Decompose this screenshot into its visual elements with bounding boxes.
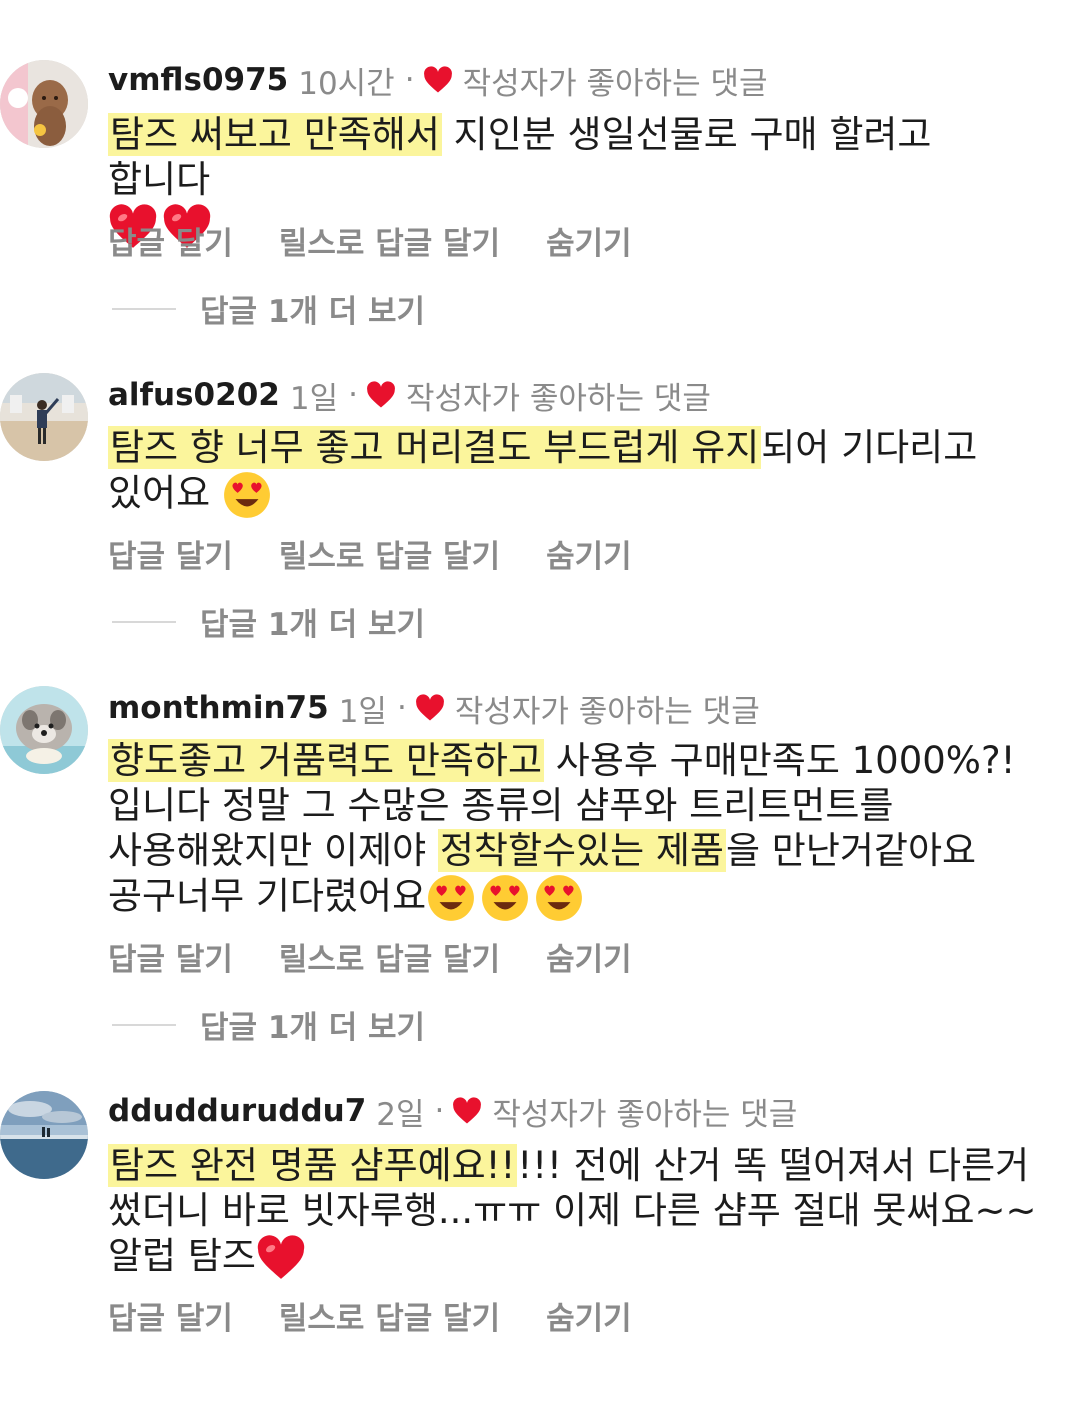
avatar[interactable] xyxy=(0,686,88,774)
view-more-replies-label[interactable]: 답글 1개 더 보기 xyxy=(200,1002,425,1047)
highlighted-text: 정착할수있는 제품 xyxy=(437,829,726,872)
username[interactable]: vmfls0975 xyxy=(108,62,288,98)
divider-line xyxy=(112,307,176,310)
highlighted-text: 탐즈 써보고 만족해서 xyxy=(108,113,442,156)
beach-photo-avatar-icon xyxy=(0,1091,88,1179)
comment-text: 향도좋고 거품력도 만족하고 사용후 구매만족도 1000%?!입니다 정말 그… xyxy=(108,738,1038,923)
avatar[interactable] xyxy=(0,60,88,148)
timestamp: 1일 xyxy=(338,693,387,730)
comment-header: monthmin75 1일 · 작성자가 좋아하는 댓글 xyxy=(108,686,760,730)
separator-dot: · xyxy=(434,1093,445,1129)
username[interactable]: alfus0202 xyxy=(108,377,280,413)
author-liked-label: 작성자가 좋아하는 댓글 xyxy=(492,1096,798,1133)
view-more-replies-label[interactable]: 답글 1개 더 보기 xyxy=(200,286,425,331)
divider-line xyxy=(112,620,176,623)
highlighted-text: 향도좋고 거품력도 만족하고 xyxy=(108,739,545,782)
reels-reply-button[interactable]: 릴스로 답글 달기 xyxy=(279,531,500,576)
hide-button[interactable]: 숨기기 xyxy=(546,934,632,979)
view-more-replies[interactable]: 답글 1개 더 보기 xyxy=(112,599,425,644)
red-heart-icon xyxy=(256,1233,306,1283)
timestamp: 2일 xyxy=(376,1096,425,1133)
avatar[interactable] xyxy=(0,373,88,461)
comment-text: 탐즈 완전 명품 샴푸예요!!!!! 전에 산거 똑 떨어져서 다른거 썼더니 … xyxy=(108,1143,1038,1283)
reels-reply-button[interactable]: 릴스로 답글 달기 xyxy=(279,1293,500,1338)
comment-actions: 답글 달기 릴스로 답글 달기 숨기기 xyxy=(108,934,678,979)
author-liked-label: 작성자가 좋아하는 댓글 xyxy=(405,380,711,417)
author-liked-label: 작성자가 좋아하는 댓글 xyxy=(462,65,768,102)
reels-reply-button[interactable]: 릴스로 답글 달기 xyxy=(279,218,500,263)
reply-button[interactable]: 답글 달기 xyxy=(108,218,233,263)
heart-icon xyxy=(367,381,395,408)
comment-header: ddudduruddu7 2일 · 작성자가 좋아하는 댓글 xyxy=(108,1089,797,1133)
dog-photo-avatar-icon xyxy=(0,686,88,774)
reply-button[interactable]: 답글 달기 xyxy=(108,531,233,576)
divider-line xyxy=(112,1023,176,1026)
reels-reply-button[interactable]: 릴스로 답글 달기 xyxy=(279,934,500,979)
gym-photo-avatar-icon xyxy=(0,373,88,461)
heart-icon xyxy=(453,1097,482,1124)
heart-icon xyxy=(415,694,444,721)
avatar[interactable] xyxy=(0,1091,88,1179)
separator-dot: · xyxy=(396,690,407,726)
timestamp: 10시간 xyxy=(298,65,395,102)
hide-button[interactable]: 숨기기 xyxy=(546,531,632,576)
comment-header: vmfls0975 10시간 · 작성자가 좋아하는 댓글 xyxy=(108,58,768,102)
reply-button[interactable]: 답글 달기 xyxy=(108,1293,233,1338)
comment-text: 탐즈 향 너무 좋고 머리결도 부드럽게 유지되어 기다리고 있어요 xyxy=(108,425,1038,520)
view-more-replies[interactable]: 답글 1개 더 보기 xyxy=(112,286,425,331)
username[interactable]: ddudduruddu7 xyxy=(108,1093,366,1129)
username[interactable]: monthmin75 xyxy=(108,690,329,726)
heart-icon xyxy=(423,66,452,93)
poodle-photo-avatar-icon xyxy=(0,60,88,148)
comment-actions: 답글 달기 릴스로 답글 달기 숨기기 xyxy=(108,531,678,576)
separator-dot: · xyxy=(348,377,358,413)
view-more-replies[interactable]: 답글 1개 더 보기 xyxy=(112,1002,425,1047)
author-liked-label: 작성자가 좋아하는 댓글 xyxy=(454,693,760,730)
comment-actions: 답글 달기 릴스로 답글 달기 숨기기 xyxy=(108,1293,678,1338)
reply-button[interactable]: 답글 달기 xyxy=(108,934,233,979)
highlighted-text: 탐즈 완전 명품 샴푸예요!! xyxy=(108,1144,518,1187)
highlighted-text: 탐즈 향 너무 좋고 머리결도 부드럽게 유지 xyxy=(108,426,762,469)
view-more-replies-label[interactable]: 답글 1개 더 보기 xyxy=(200,599,425,644)
timestamp: 1일 xyxy=(289,380,339,417)
comment-header: alfus0202 1일 · 작성자가 좋아하는 댓글 xyxy=(108,373,711,417)
separator-dot: · xyxy=(404,62,415,98)
hide-button[interactable]: 숨기기 xyxy=(546,1293,632,1338)
heart-eyes-emoji-icon xyxy=(222,470,272,520)
heart-eyes-emoji-icon xyxy=(426,873,476,923)
hide-button[interactable]: 숨기기 xyxy=(546,218,632,263)
comment-actions: 답글 달기 릴스로 답글 달기 숨기기 xyxy=(108,218,678,263)
heart-eyes-emoji-icon xyxy=(534,873,584,923)
heart-eyes-emoji-icon xyxy=(480,873,530,923)
